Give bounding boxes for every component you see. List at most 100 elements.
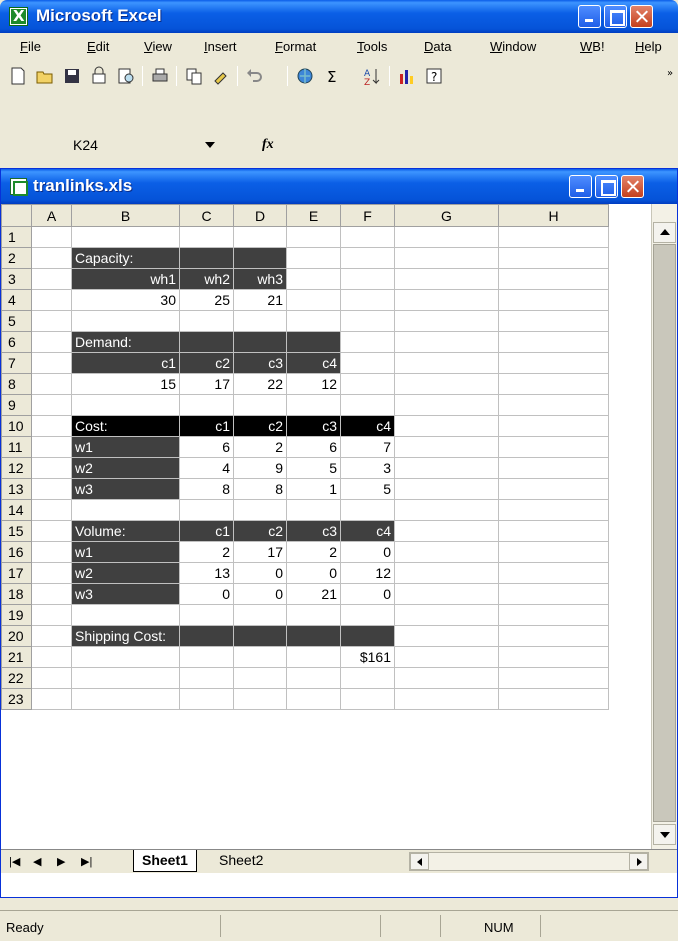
cell-b15[interactable]: Volume:: [71, 520, 180, 542]
cell-b11[interactable]: w1: [71, 436, 180, 458]
menu-tools[interactable]: Tools: [357, 39, 387, 54]
cell-c20[interactable]: [179, 625, 234, 647]
cell-f17[interactable]: 12: [340, 562, 395, 584]
cell-e9[interactable]: [286, 394, 341, 416]
cell-a23[interactable]: [31, 688, 72, 710]
cell-g4[interactable]: [394, 289, 499, 311]
cell-c23[interactable]: [179, 688, 234, 710]
cell-g19[interactable]: [394, 604, 499, 626]
cell-g3[interactable]: [394, 268, 499, 290]
row-header-1[interactable]: 1: [1, 226, 32, 248]
cell-e1[interactable]: [286, 226, 341, 248]
cell-f20[interactable]: [340, 625, 395, 647]
cell-e17[interactable]: 0: [286, 562, 341, 584]
cell-e22[interactable]: [286, 667, 341, 689]
cell-d4[interactable]: 21: [233, 289, 287, 311]
cell-e18[interactable]: 21: [286, 583, 341, 605]
workbook-close-button[interactable]: [621, 175, 644, 198]
cell-c5[interactable]: [179, 310, 234, 332]
cell-g9[interactable]: [394, 394, 499, 416]
tab-sheet2[interactable]: Sheet2: [211, 850, 271, 872]
autosum-icon[interactable]: Σ: [323, 66, 343, 86]
cell-d10[interactable]: c2: [233, 415, 287, 437]
menu-wb[interactable]: WB!: [580, 39, 605, 54]
cell-b10[interactable]: Cost:: [71, 415, 180, 437]
last-sheet-icon[interactable]: ▶|: [81, 855, 92, 868]
cell-c9[interactable]: [179, 394, 234, 416]
cell-h9[interactable]: [498, 394, 609, 416]
cell-b6[interactable]: Demand:: [71, 331, 180, 353]
cell-h4[interactable]: [498, 289, 609, 311]
cell-f7[interactable]: [340, 352, 395, 374]
menu-edit[interactable]: Edit: [87, 39, 109, 54]
cell-a11[interactable]: [31, 436, 72, 458]
cell-a8[interactable]: [31, 373, 72, 395]
cell-c13[interactable]: 8: [179, 478, 234, 500]
column-header-a[interactable]: A: [31, 204, 72, 227]
cell-h12[interactable]: [498, 457, 609, 479]
cell-a14[interactable]: [31, 499, 72, 521]
column-header-d[interactable]: D: [233, 204, 287, 227]
name-box-dropdown-icon[interactable]: [205, 142, 215, 148]
cell-f19[interactable]: [340, 604, 395, 626]
new-document-icon[interactable]: [8, 66, 28, 86]
cell-c16[interactable]: 2: [179, 541, 234, 563]
cell-h10[interactable]: [498, 415, 609, 437]
cell-h8[interactable]: [498, 373, 609, 395]
cell-f23[interactable]: [340, 688, 395, 710]
cell-a22[interactable]: [31, 667, 72, 689]
cell-f2[interactable]: [340, 247, 395, 269]
sort-ascending-icon[interactable]: AZ: [362, 66, 382, 86]
cell-c22[interactable]: [179, 667, 234, 689]
cell-b3[interactable]: wh1: [71, 268, 180, 290]
row-header-17[interactable]: 17: [1, 562, 32, 584]
menu-data[interactable]: Data: [424, 39, 451, 54]
cell-e11[interactable]: 6: [286, 436, 341, 458]
menu-insert[interactable]: Insert: [204, 39, 237, 54]
cell-h22[interactable]: [498, 667, 609, 689]
undo-icon[interactable]: [245, 66, 265, 86]
cell-d15[interactable]: c2: [233, 520, 287, 542]
cell-d11[interactable]: 2: [233, 436, 287, 458]
print-preview-icon[interactable]: [116, 66, 136, 86]
menu-help[interactable]: Help: [635, 39, 662, 54]
scroll-left-button[interactable]: [410, 853, 429, 870]
menu-window[interactable]: Window: [490, 39, 536, 54]
cell-e14[interactable]: [286, 499, 341, 521]
cell-e23[interactable]: [286, 688, 341, 710]
vertical-scrollbar[interactable]: [651, 204, 677, 849]
cell-d5[interactable]: [233, 310, 287, 332]
cell-f8[interactable]: [340, 373, 395, 395]
cell-b21[interactable]: [71, 646, 180, 668]
cell-c11[interactable]: 6: [179, 436, 234, 458]
cell-d8[interactable]: 22: [233, 373, 287, 395]
cell-b13[interactable]: w3: [71, 478, 180, 500]
cell-g5[interactable]: [394, 310, 499, 332]
cell-a18[interactable]: [31, 583, 72, 605]
row-header-9[interactable]: 9: [1, 394, 32, 416]
cell-g23[interactable]: [394, 688, 499, 710]
menu-view[interactable]: View: [144, 39, 172, 54]
cell-c17[interactable]: 13: [179, 562, 234, 584]
cell-h20[interactable]: [498, 625, 609, 647]
row-header-3[interactable]: 3: [1, 268, 32, 290]
cell-f18[interactable]: 0: [340, 583, 395, 605]
cell-c14[interactable]: [179, 499, 234, 521]
name-box[interactable]: K24: [73, 137, 98, 153]
row-header-23[interactable]: 23: [1, 688, 32, 710]
cell-b14[interactable]: [71, 499, 180, 521]
toolbar-options-icon[interactable]: »: [664, 66, 678, 86]
cell-a2[interactable]: [31, 247, 72, 269]
cell-e21[interactable]: [286, 646, 341, 668]
cell-a21[interactable]: [31, 646, 72, 668]
cell-f15[interactable]: c4: [340, 520, 395, 542]
minimize-button[interactable]: [578, 5, 601, 28]
cell-a19[interactable]: [31, 604, 72, 626]
cell-b9[interactable]: [71, 394, 180, 416]
insert-function-icon[interactable]: fx: [262, 137, 274, 153]
hyperlink-icon[interactable]: [295, 66, 315, 86]
row-header-7[interactable]: 7: [1, 352, 32, 374]
cell-h17[interactable]: [498, 562, 609, 584]
cell-b16[interactable]: w1: [71, 541, 180, 563]
cell-h3[interactable]: [498, 268, 609, 290]
